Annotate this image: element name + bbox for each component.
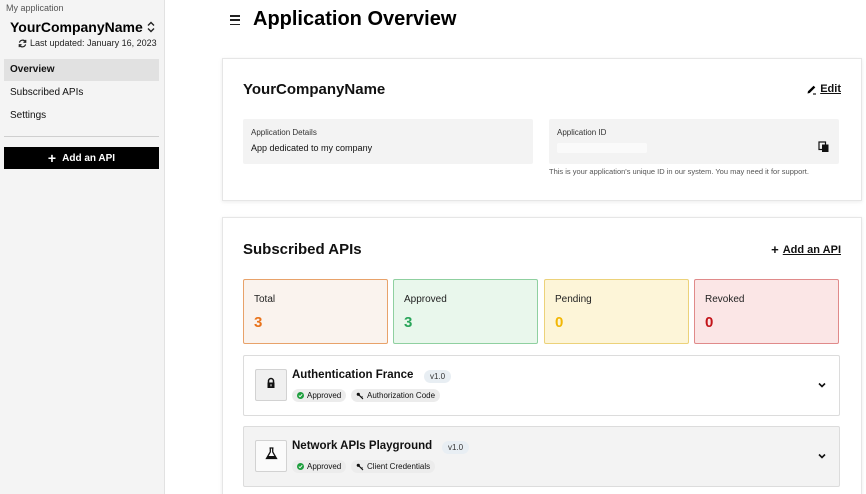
application-id-label: Application ID <box>557 128 607 137</box>
api-status-badge: Approved <box>292 389 347 402</box>
application-details-value: App dedicated to my company <box>251 143 373 153</box>
app-switcher[interactable]: YourCompanyName <box>10 18 156 36</box>
api-auth-label: Client Credentials <box>367 462 431 471</box>
application-id-redacted <box>557 143 647 153</box>
key-icon <box>356 463 364 471</box>
last-updated: Last updated: January 16, 2023 <box>18 38 157 48</box>
lock-icon <box>265 376 277 394</box>
main-content: Application Overview YourCompanyName Edi… <box>166 0 866 494</box>
app-caption: My application <box>6 3 64 13</box>
api-icon-box <box>255 440 287 472</box>
refresh-icon <box>18 39 27 48</box>
stat-total: Total 3 <box>243 279 388 344</box>
chevron-down-icon[interactable] <box>817 451 827 461</box>
stat-approved-value: 3 <box>404 314 413 331</box>
api-version-badge: v1.0 <box>424 370 452 383</box>
sidebar-item-subscribed-apis[interactable]: Subscribed APIs <box>4 82 159 104</box>
last-updated-text: Last updated: January 16, 2023 <box>30 38 157 48</box>
stat-total-value: 3 <box>254 314 263 331</box>
api-auth-badge: Authorization Code <box>351 389 441 402</box>
stat-approved-label: Approved <box>404 294 447 305</box>
stat-total-label: Total <box>254 294 276 305</box>
api-name: Network APIs Playground <box>292 440 433 452</box>
edit-label: Edit <box>820 83 841 95</box>
plus-icon: + <box>771 242 779 257</box>
stat-approved: Approved 3 <box>393 279 538 344</box>
edit-button[interactable]: Edit <box>806 83 841 95</box>
api-row-network-apis-playground[interactable]: Network APIs Playground v1.0 Approved Cl… <box>243 426 840 487</box>
add-api-button[interactable]: + Add an API <box>771 243 841 256</box>
chevron-down-icon[interactable] <box>817 380 827 390</box>
stat-pending-label: Pending <box>555 294 592 305</box>
api-status-label: Approved <box>307 391 342 400</box>
api-icon-box <box>255 369 287 401</box>
sidebar: My application YourCompanyName Last upda… <box>0 0 165 494</box>
menu-icon[interactable] <box>230 15 240 25</box>
sidebar-item-settings[interactable]: Settings <box>4 105 159 127</box>
application-id-hint: This is your application's unique ID in … <box>549 167 809 176</box>
api-name: Authentication France <box>292 369 414 381</box>
api-auth-badge: Client Credentials <box>351 460 436 473</box>
application-details-label: Application Details <box>251 128 317 137</box>
subscribed-apis-card: Subscribed APIs + Add an API Total 3 App… <box>222 217 862 494</box>
stat-pending-value: 0 <box>555 314 564 331</box>
add-api-label: Add an API <box>782 243 841 256</box>
sidebar-nav: Overview Subscribed APIs Settings <box>4 59 159 128</box>
pencil-icon <box>806 84 817 95</box>
sidebar-item-overview[interactable]: Overview <box>4 59 159 81</box>
stat-revoked-value: 0 <box>705 314 714 331</box>
api-status-badge: Approved <box>292 460 347 473</box>
api-auth-label: Authorization Code <box>367 391 436 400</box>
subscribed-apis-title: Subscribed APIs <box>243 241 362 258</box>
company-title: YourCompanyName <box>243 81 386 98</box>
flask-icon <box>264 447 278 465</box>
chevron-up-down-icon <box>146 20 156 34</box>
check-circle-icon <box>297 392 304 399</box>
application-details-box: Application Details App dedicated to my … <box>243 119 533 164</box>
stat-revoked-label: Revoked <box>705 294 745 305</box>
page-title: Application Overview <box>253 8 457 30</box>
sidebar-add-api-button[interactable]: + Add an API <box>4 147 159 169</box>
copy-icon[interactable] <box>818 141 830 153</box>
application-id-box: Application ID <box>549 119 839 164</box>
plus-icon: + <box>47 150 57 166</box>
api-status-label: Approved <box>307 462 342 471</box>
stat-pending: Pending 0 <box>544 279 689 344</box>
api-row-authentication-france[interactable]: Authentication France v1.0 Approved Auth… <box>243 355 840 416</box>
key-icon <box>356 392 364 400</box>
application-card: YourCompanyName Edit Application Details… <box>222 58 862 201</box>
api-version-badge: v1.0 <box>442 441 470 454</box>
check-circle-icon <box>297 463 304 470</box>
sidebar-add-api-label: Add an API <box>62 152 116 164</box>
sidebar-divider <box>4 136 159 137</box>
stat-revoked: Revoked 0 <box>694 279 839 344</box>
app-name: YourCompanyName <box>10 19 143 35</box>
